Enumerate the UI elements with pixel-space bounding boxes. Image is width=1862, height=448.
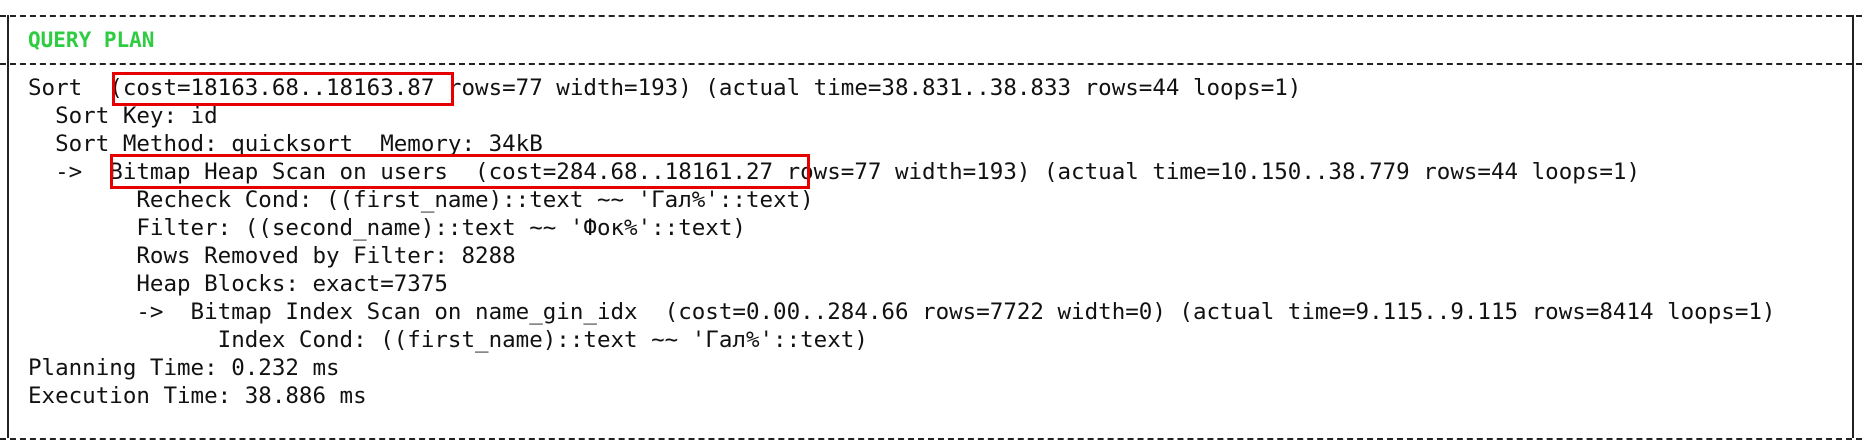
table-top-border: [0, 15, 1862, 17]
plan-line-index-cond: Index Cond: ((first_name)::text ~~ 'Гал%…: [28, 327, 868, 353]
plan-line-sort-key: Sort Key: id: [28, 103, 218, 129]
table-bottom-border: [0, 438, 1862, 440]
table-left-border: [7, 15, 9, 438]
header-separator: [0, 63, 1862, 65]
terminal-output: QUERY PLAN Sort (cost=18163.68..18163.87…: [0, 0, 1862, 448]
plan-line-rows-removed: Rows Removed by Filter: 8288: [28, 243, 516, 269]
plan-line-filter: Filter: ((second_name)::text ~~ 'Фок%'::…: [28, 215, 746, 241]
plan-line-bitmap-index-scan: -> Bitmap Index Scan on name_gin_idx (co…: [28, 299, 1776, 325]
highlight-heap-scan-cost: [110, 154, 810, 189]
plan-line-heap-blocks: Heap Blocks: exact=7375: [28, 271, 448, 297]
query-plan-header: QUERY PLAN: [28, 28, 155, 52]
plan-line-recheck-cond: Recheck Cond: ((first_name)::text ~~ 'Га…: [28, 187, 814, 213]
table-right-border: [1852, 15, 1854, 438]
highlight-sort-cost: [112, 72, 454, 106]
clipped-previous-line: [0, 0, 1862, 8]
plan-line-planning-time: Planning Time: 0.232 ms: [28, 355, 340, 381]
plan-line-execution-time: Execution Time: 38.886 ms: [28, 383, 367, 409]
